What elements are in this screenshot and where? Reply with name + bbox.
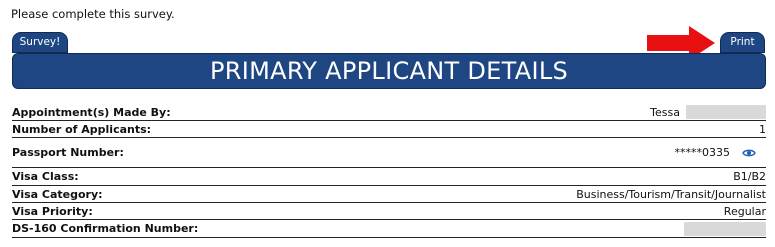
- row-ds160-confirmation: DS-160 Confirmation Number:: [12, 220, 766, 238]
- row-label: Visa Category:: [12, 187, 103, 201]
- row-value: Business/Tourism/Transit/Journalist: [576, 187, 766, 201]
- row-value: B1/B2: [733, 170, 766, 183]
- row-visa-category: Visa Category: Business/Tourism/Transit/…: [12, 186, 766, 203]
- row-label: Appointment(s) Made By:: [12, 105, 171, 119]
- row-value: Tessa: [650, 105, 766, 119]
- row-value: *****0335: [675, 146, 767, 159]
- row-passport-number: Passport Number: *****0335: [12, 138, 766, 168]
- redacted-surname: [686, 105, 766, 119]
- row-value: Regular: [723, 204, 766, 218]
- row-appointment-made-by: Appointment(s) Made By: Tessa: [12, 104, 766, 121]
- row-visa-class: Visa Class: B1/B2: [12, 168, 766, 186]
- survey-prompt: Please complete this survey.: [11, 7, 175, 21]
- row-label: Visa Class:: [12, 170, 79, 183]
- survey-button[interactable]: Survey!: [12, 32, 68, 53]
- applicant-name: Tessa: [650, 105, 680, 119]
- print-button[interactable]: Print: [720, 32, 765, 53]
- row-number-of-applicants: Number of Applicants: 1: [12, 121, 766, 138]
- row-visa-priority: Visa Priority: Regular: [12, 203, 766, 220]
- row-value: [684, 221, 766, 236]
- row-label: DS-160 Confirmation Number:: [12, 222, 199, 235]
- section-banner: PRIMARY APPLICANT DETAILS: [12, 53, 766, 89]
- row-label: Number of Applicants:: [12, 122, 152, 136]
- applicant-details-table: Appointment(s) Made By: Tessa Number of …: [12, 104, 766, 238]
- row-label: Passport Number:: [12, 146, 124, 159]
- row-value: 1: [759, 122, 766, 136]
- row-label: Visa Priority:: [12, 204, 93, 218]
- eye-icon[interactable]: [742, 148, 756, 158]
- passport-number-masked: *****0335: [674, 146, 731, 159]
- redacted-confirmation-number: [684, 221, 766, 236]
